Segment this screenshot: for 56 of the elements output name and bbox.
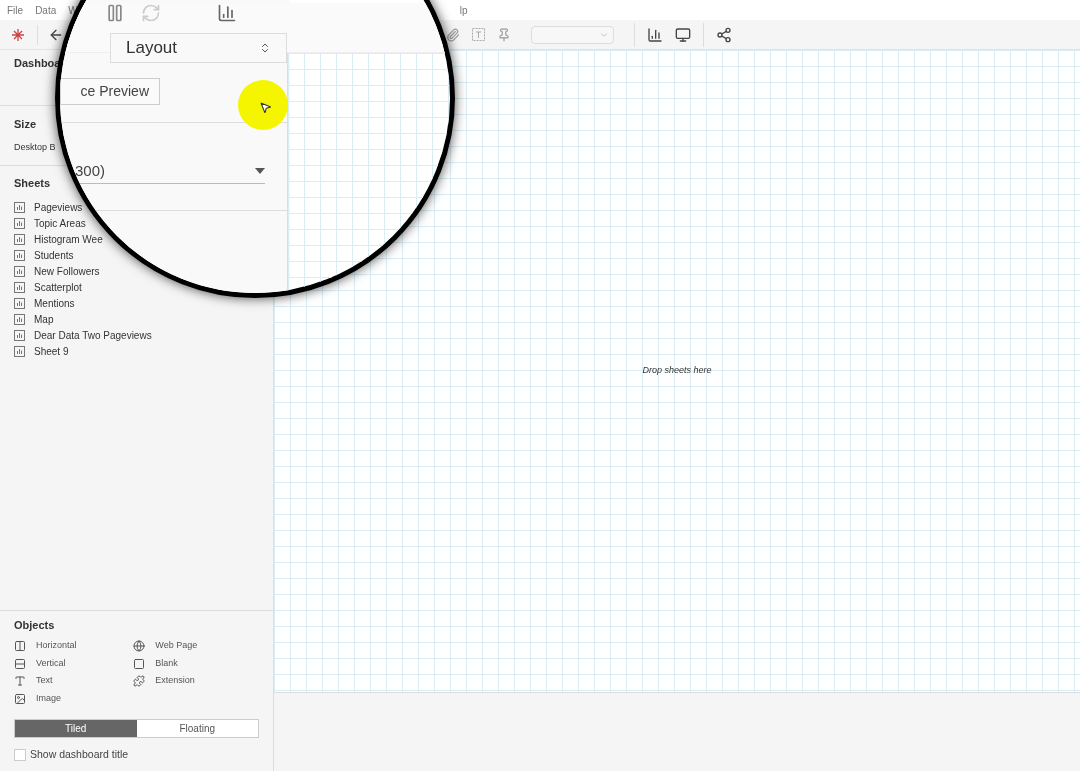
object-item[interactable]: Image bbox=[14, 689, 134, 708]
section-heading: Sheets bbox=[14, 176, 52, 191]
cursor-icon bbox=[259, 100, 272, 115]
menu-item[interactable]: lp bbox=[459, 2, 468, 18]
mode-tab[interactable]: Tiled bbox=[15, 720, 137, 738]
menu-item[interactable]: Data bbox=[35, 2, 57, 18]
sheet-icon bbox=[14, 282, 25, 293]
drop-hint: Drop sheets here bbox=[642, 364, 712, 378]
text-icon bbox=[14, 675, 26, 687]
object-item[interactable]: Horizontal bbox=[14, 637, 134, 655]
object-item[interactable]: Text bbox=[14, 672, 134, 690]
sheet-icon bbox=[14, 202, 25, 213]
sheet-item[interactable]: Dear Data Two Pageviews bbox=[14, 327, 259, 344]
size-dropdown[interactable]: 300) bbox=[65, 159, 265, 184]
pause-icon[interactable] bbox=[105, 3, 125, 23]
section-heading: Size bbox=[14, 117, 37, 132]
monitor-icon[interactable] bbox=[675, 26, 691, 43]
object-item[interactable]: Blank bbox=[133, 654, 254, 673]
sheet-icon bbox=[14, 218, 25, 229]
logo-icon[interactable] bbox=[11, 27, 25, 42]
checkbox[interactable] bbox=[14, 749, 26, 762]
sheet-icon bbox=[14, 266, 25, 277]
dropdown-field[interactable] bbox=[531, 25, 614, 44]
sheet-item[interactable]: Mentions bbox=[14, 295, 259, 312]
layout-dropdown[interactable]: Layout bbox=[110, 33, 287, 63]
preview-button[interactable]: ce Preview bbox=[60, 78, 160, 105]
mode-tab[interactable]: Floating bbox=[136, 720, 258, 738]
sheet-icon bbox=[14, 250, 25, 261]
sort-caret-icon bbox=[259, 42, 271, 54]
sheet-icon bbox=[14, 298, 25, 309]
rows-icon bbox=[14, 657, 26, 670]
object-item[interactable]: Vertical bbox=[14, 654, 134, 673]
square-icon bbox=[133, 657, 146, 670]
sheet-item[interactable]: Sheet 9 bbox=[14, 343, 259, 360]
pin-icon[interactable] bbox=[497, 27, 511, 42]
checkbox-label[interactable]: Show dashboard title bbox=[30, 747, 129, 763]
sheet-icon bbox=[14, 346, 25, 357]
sheet-item[interactable]: Map bbox=[14, 311, 259, 328]
section-heading: Objects bbox=[14, 617, 56, 633]
object-item[interactable]: Web Page bbox=[133, 637, 254, 655]
image-icon bbox=[14, 692, 26, 705]
menu-item[interactable]: File bbox=[7, 2, 24, 18]
chart-icon[interactable] bbox=[647, 26, 663, 43]
sheet-icon bbox=[14, 330, 25, 341]
globe-icon bbox=[133, 640, 146, 652]
paperclip-icon[interactable] bbox=[446, 27, 460, 42]
share-icon[interactable] bbox=[716, 26, 732, 43]
text-box-icon[interactable] bbox=[472, 28, 485, 41]
object-item[interactable]: Extension bbox=[133, 672, 254, 690]
caret-icon bbox=[255, 168, 265, 174]
chart-icon[interactable] bbox=[217, 3, 237, 23]
size-dropdown[interactable]: Desktop B bbox=[14, 140, 56, 154]
sheet-icon bbox=[14, 314, 25, 325]
columns-icon bbox=[14, 640, 26, 652]
sheet-icon bbox=[14, 234, 25, 245]
puzzle-icon bbox=[133, 675, 146, 687]
